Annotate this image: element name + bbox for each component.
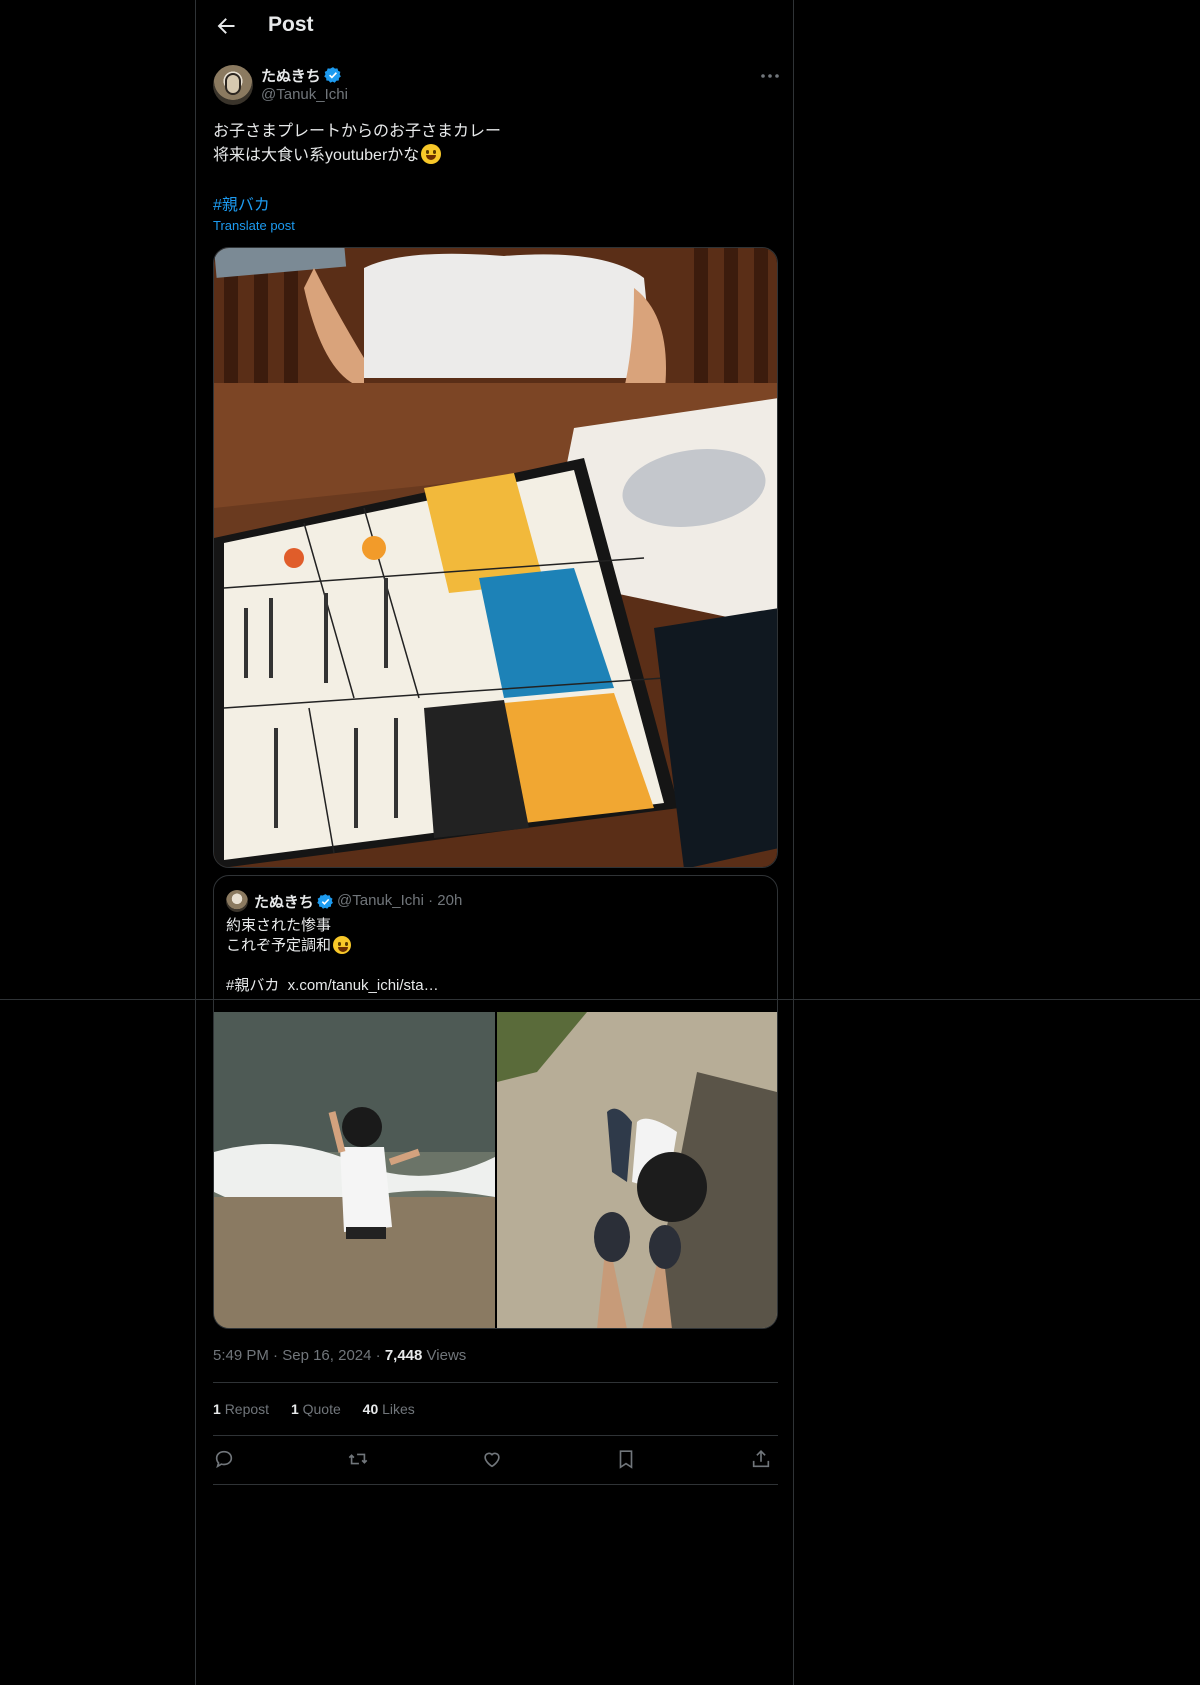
divider bbox=[213, 1382, 778, 1383]
quoted-text: 約束された惨事 これぞ予定調和 #親バカ x.com/tanuk_ichi/st… bbox=[226, 916, 439, 996]
post-stats: 1 Repost 1 Quote 40 Likes bbox=[213, 1401, 433, 1417]
translate-post-link[interactable]: Translate post bbox=[213, 218, 295, 233]
menu-photo-illustration bbox=[214, 248, 777, 867]
quoted-time: 20h bbox=[437, 892, 463, 909]
author-name-text: たぬきち bbox=[261, 68, 321, 85]
page-title: Post bbox=[268, 13, 314, 36]
quoted-media bbox=[214, 1012, 777, 1328]
likes-stat[interactable]: 40 Likes bbox=[363, 1401, 415, 1417]
post-date[interactable]: Sep 16, 2024 bbox=[282, 1347, 371, 1364]
post-line-1: お子さまプレートからのお子さまカレー bbox=[213, 123, 502, 140]
quoted-photo-sand[interactable] bbox=[497, 1012, 777, 1328]
quoted-author-name-text: たぬきち bbox=[254, 894, 314, 911]
verified-badge-icon bbox=[316, 894, 333, 909]
quoted-photo-beach-water[interactable] bbox=[214, 1012, 495, 1328]
post-line-2-text: 将来は大食い系youtuberかな bbox=[213, 147, 420, 164]
beach-water-illustration bbox=[214, 1012, 495, 1328]
share-icon[interactable] bbox=[750, 1448, 772, 1470]
reply-icon[interactable] bbox=[213, 1448, 235, 1470]
back-arrow-icon[interactable] bbox=[214, 14, 238, 38]
views-label: Views bbox=[426, 1347, 467, 1364]
quotes-count: 1 bbox=[290, 1401, 299, 1417]
bookmark-icon[interactable] bbox=[615, 1448, 637, 1470]
quoted-post[interactable]: たぬきち @Tanuk_Ichi · 20h 約束された惨事 これぞ予定調和 #… bbox=[213, 875, 778, 1329]
post-line-2: 将来は大食い系youtuberかな bbox=[213, 144, 773, 168]
verified-badge-icon bbox=[323, 67, 341, 83]
post-text: お子さまプレートからのお子さまカレー 将来は大食い系youtuberかな bbox=[213, 120, 773, 168]
post-meta: 5:49 PM · Sep 16, 2024 · 7,448 Views bbox=[213, 1347, 467, 1364]
quoted-line-2-text: これぞ予定調和 bbox=[226, 937, 332, 954]
quoted-avatar bbox=[226, 890, 248, 912]
quoted-author-name: たぬきち bbox=[254, 891, 334, 912]
quoted-handle-time: @Tanuk_Ichi · 20h bbox=[337, 892, 463, 909]
sand-illustration bbox=[497, 1012, 777, 1328]
quoted-handle: @Tanuk_Ichi bbox=[337, 892, 424, 909]
more-icon[interactable] bbox=[758, 66, 782, 86]
author-name[interactable]: たぬきち bbox=[261, 65, 342, 86]
quotes-label: Quote bbox=[302, 1401, 341, 1417]
header: Post bbox=[196, 0, 793, 53]
hashtag-link[interactable]: #親バカ bbox=[213, 191, 270, 215]
post-column: Post たぬきち @Tanuk_Ichi お子さまプレートからのお子さまカレー… bbox=[195, 0, 794, 1685]
likes-count: 40 bbox=[362, 1401, 379, 1417]
quoted-line-3 bbox=[226, 956, 439, 976]
likes-label: Likes bbox=[382, 1401, 415, 1417]
views-count: 7,448 bbox=[384, 1347, 423, 1364]
divider bbox=[213, 1435, 778, 1436]
avatar[interactable] bbox=[213, 65, 253, 105]
smiling-face-with-halo-emoji bbox=[333, 936, 352, 954]
post-time[interactable]: 5:49 PM bbox=[213, 1347, 269, 1364]
grinning-face-emoji bbox=[421, 144, 442, 164]
quoted-line-1: 約束された惨事 bbox=[226, 917, 332, 934]
quoted-line-4: #親バカ x.com/tanuk_ichi/sta… bbox=[226, 977, 439, 994]
divider bbox=[213, 1484, 778, 1485]
quotes-stat[interactable]: 1 Quote bbox=[291, 1401, 341, 1417]
reposts-stat[interactable]: 1 Repost bbox=[213, 1401, 269, 1417]
quoted-line-2: これぞ予定調和 bbox=[226, 936, 439, 956]
like-icon[interactable] bbox=[481, 1448, 503, 1470]
action-bar bbox=[213, 1448, 778, 1472]
post-photo[interactable] bbox=[213, 247, 778, 868]
reposts-count: 1 bbox=[213, 1401, 221, 1417]
repost-icon[interactable] bbox=[347, 1448, 369, 1470]
author-handle[interactable]: @Tanuk_Ichi bbox=[261, 86, 348, 103]
reposts-label: Repost bbox=[224, 1401, 270, 1417]
